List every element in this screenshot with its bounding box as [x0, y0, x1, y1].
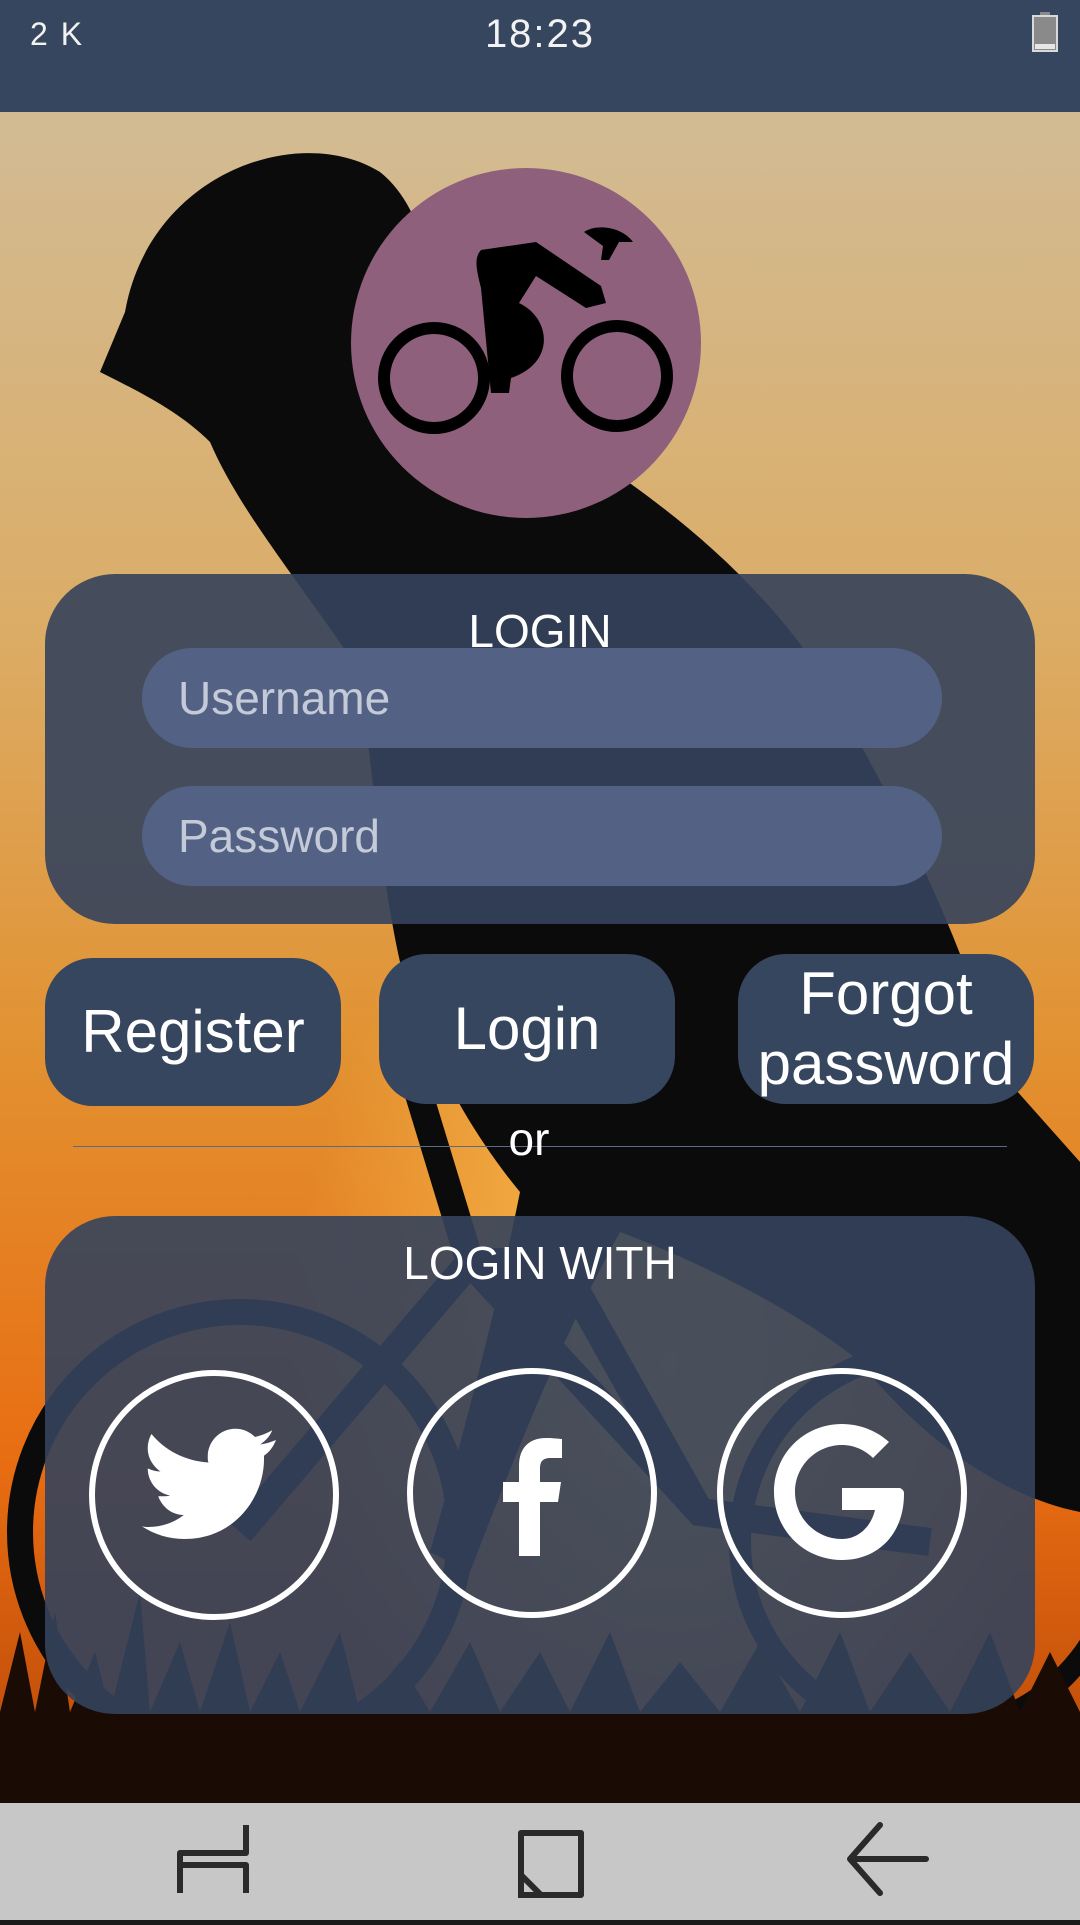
back-button[interactable] [808, 1803, 968, 1920]
battery-icon [1032, 12, 1058, 52]
google-login-button[interactable] [717, 1368, 967, 1618]
register-button[interactable]: Register [45, 958, 341, 1106]
facebook-login-button[interactable] [407, 1368, 657, 1618]
twitter-icon [141, 1428, 276, 1539]
password-input[interactable] [142, 786, 942, 886]
clock: 18:23 [484, 12, 596, 56]
username-input[interactable] [142, 648, 942, 748]
forgot-password-button[interactable]: Forgot password [738, 954, 1034, 1104]
login-panel: LOGIN [45, 574, 1035, 924]
or-label: or [508, 1113, 550, 1165]
navigation-bar [0, 1803, 1080, 1920]
facebook-icon [503, 1438, 562, 1556]
cyclist-icon [378, 227, 673, 434]
twitter-login-button[interactable] [89, 1370, 339, 1620]
login-with-title: LOGIN WITH [403, 1237, 677, 1289]
recent-apps-button[interactable] [132, 1803, 292, 1920]
login-button[interactable]: Login [379, 954, 675, 1104]
back-icon [847, 1822, 929, 1896]
social-login-panel: LOGIN WITH [45, 1216, 1035, 1714]
recent-apps-icon [177, 1825, 249, 1893]
status-bar: 2 K 18:23 [0, 0, 1080, 112]
home-button[interactable] [471, 1803, 631, 1920]
home-icon [518, 1830, 584, 1898]
google-icon [774, 1424, 904, 1560]
app-logo [351, 168, 701, 518]
